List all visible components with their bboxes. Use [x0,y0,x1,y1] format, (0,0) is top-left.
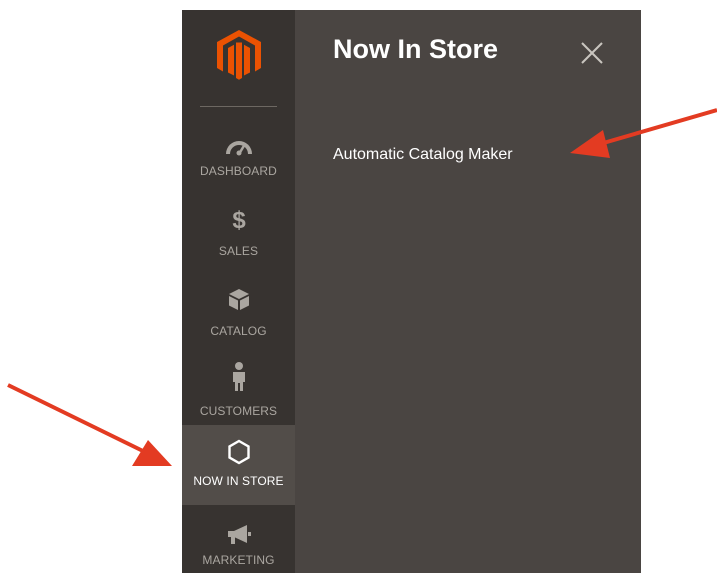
logo-divider [200,106,277,107]
sidebar-item-catalog[interactable]: CATALOG [182,280,295,360]
dollar-icon: $ [182,206,295,232]
sidebar-item-now-in-store[interactable]: NOW IN STORE [182,425,295,505]
box-icon [182,286,295,312]
sidebar-item-label: CATALOG [210,324,267,338]
close-icon[interactable] [579,40,605,66]
hexagon-icon [182,439,295,465]
sidebar-item-label: SALES [218,244,259,258]
sidebar-item-label: MARKETING [202,553,275,567]
screenshot-stage: DASHBOARD $ SALES CATALOG CUSTOMERS NOW … [0,0,717,573]
sidebar-item-label: CUSTOMERS [199,404,278,418]
admin-sidebar: DASHBOARD $ SALES CATALOG CUSTOMERS NOW … [182,10,295,573]
sidebar-item-sales[interactable]: $ SALES [182,200,295,280]
sidebar-item-label: DASHBOARD [200,164,277,178]
person-icon [182,360,295,394]
svg-text:$: $ [232,207,246,232]
sidebar-item-marketing[interactable]: MARKETING [182,520,295,573]
automatic-catalog-maker-link[interactable]: Automatic Catalog Maker [333,146,513,164]
sidebar-item-label: NOW IN STORE [193,474,284,488]
magento-logo-icon[interactable] [215,28,263,80]
panel-title: Now In Store [333,34,499,64]
megaphone-icon [182,522,295,548]
now-in-store-panel: Now In Store Automatic Catalog Maker [295,10,641,573]
annotation-arrow-bottom [7,383,172,466]
sidebar-item-dashboard[interactable]: DASHBOARD [182,120,295,200]
speedometer-icon [182,132,295,158]
